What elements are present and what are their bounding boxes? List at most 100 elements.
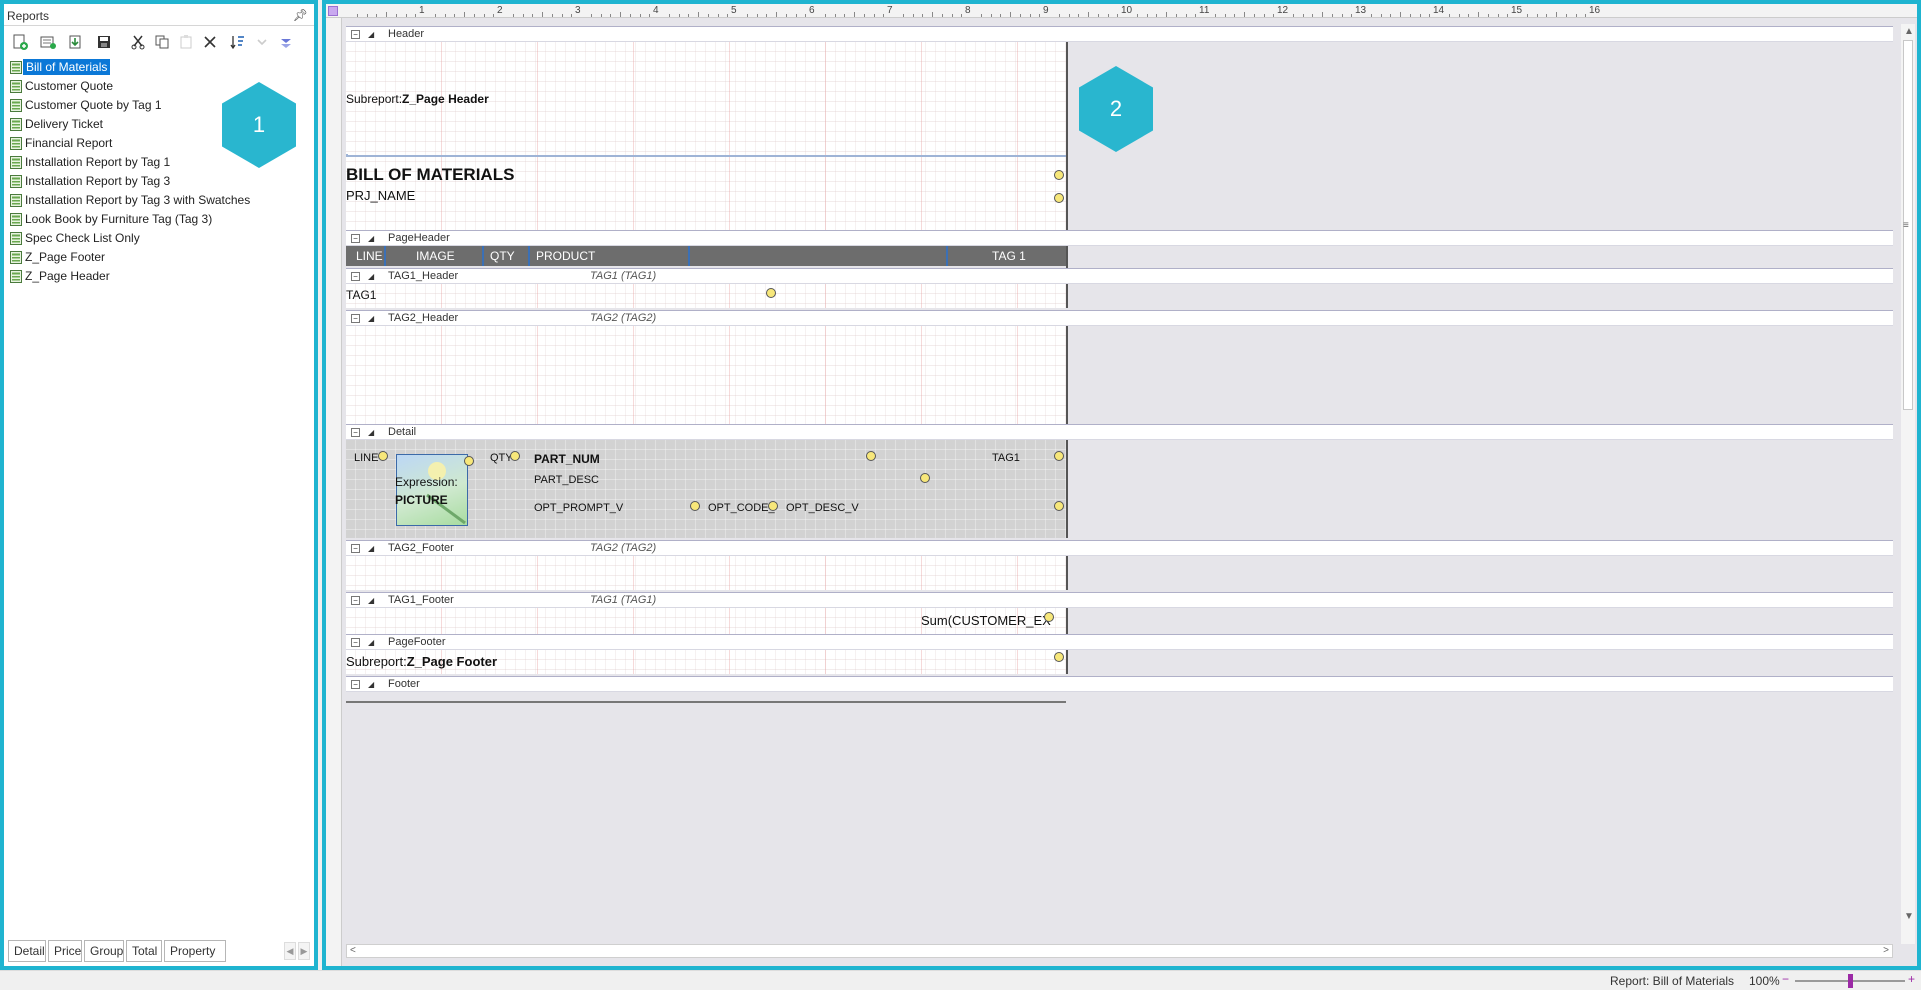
- zoom-in-icon[interactable]: +: [1908, 972, 1915, 986]
- collapse-toggle-icon[interactable]: −: [351, 544, 360, 553]
- collapse-toggle-icon[interactable]: −: [351, 680, 360, 689]
- report-item[interactable]: Z_Page Header: [4, 267, 314, 286]
- delete-icon[interactable]: [200, 32, 220, 52]
- expand-triangle-icon[interactable]: ◢: [368, 234, 374, 243]
- band-header-header[interactable]: − ◢ Header: [346, 26, 1893, 42]
- cut-icon[interactable]: [128, 32, 148, 52]
- collapse-toggle-icon[interactable]: −: [351, 638, 360, 647]
- tab-group[interactable]: Group: [84, 940, 124, 962]
- field-marker-icon[interactable]: [920, 473, 930, 483]
- tab-detail[interactable]: Detail: [8, 940, 46, 962]
- report-item[interactable]: Look Book by Furniture Tag (Tag 3): [4, 210, 314, 229]
- vertical-scrollbar[interactable]: ▲ ≡ ▼: [1901, 24, 1915, 944]
- field-marker-icon[interactable]: [1054, 652, 1064, 662]
- copy-icon[interactable]: [152, 32, 172, 52]
- expand-triangle-icon[interactable]: ◢: [368, 544, 374, 553]
- project-name-field[interactable]: PRJ_NAME: [346, 188, 415, 203]
- tab-scroll-right-icon[interactable]: ▶: [298, 942, 310, 960]
- expand-triangle-icon[interactable]: ◢: [368, 314, 374, 323]
- zoom-slider-thumb[interactable]: [1848, 974, 1853, 988]
- band-header-pageheader[interactable]: − ◢ PageHeader: [346, 230, 1893, 246]
- field-marker-icon[interactable]: [766, 288, 776, 298]
- field-marker-icon[interactable]: [1054, 451, 1064, 461]
- pin-icon[interactable]: 📌︎: [293, 8, 308, 22]
- field-marker-icon[interactable]: [464, 456, 474, 466]
- col-header-qty[interactable]: QTY: [490, 249, 515, 263]
- field-marker-icon[interactable]: [866, 451, 876, 461]
- tab-price[interactable]: Price: [48, 940, 82, 962]
- report-item[interactable]: Installation Report by Tag 3: [4, 172, 314, 191]
- line-field[interactable]: LINE: [354, 452, 378, 464]
- tag1-detail-field[interactable]: TAG1: [992, 452, 1020, 464]
- expand-triangle-icon[interactable]: ◢: [368, 596, 374, 605]
- ruler-label: 9: [1043, 5, 1049, 16]
- report-item[interactable]: Spec Check List Only: [4, 229, 314, 248]
- collapse-toggle-icon[interactable]: −: [351, 272, 360, 281]
- horizontal-scrollbar[interactable]: < >: [346, 944, 1893, 958]
- scroll-down-icon[interactable]: ▼: [1904, 911, 1914, 922]
- collapse-toggle-icon[interactable]: −: [351, 234, 360, 243]
- field-marker-icon[interactable]: [1044, 612, 1054, 622]
- band-header-detail[interactable]: − ◢ Detail: [346, 424, 1893, 440]
- opt-code-field[interactable]: OPT_CODE_: [708, 502, 775, 514]
- move-down-icon[interactable]: [252, 32, 272, 52]
- opt-prompt-field[interactable]: OPT_PROMPT_V: [534, 502, 623, 514]
- scroll-right-icon[interactable]: >: [1883, 945, 1889, 956]
- col-header-line[interactable]: LINE: [356, 249, 383, 263]
- field-marker-icon[interactable]: [690, 501, 700, 511]
- subreport-footer-field[interactable]: Subreport:Z_Page Footer: [346, 654, 497, 669]
- tab-total[interactable]: Total: [126, 940, 162, 962]
- band-header-tag1-header[interactable]: − ◢ TAG1_Header TAG1 (TAG1): [346, 268, 1893, 284]
- collapse-toggle-icon[interactable]: −: [351, 428, 360, 437]
- col-header-product[interactable]: PRODUCT: [536, 249, 595, 263]
- import-icon[interactable]: [66, 32, 86, 52]
- tab-scroll-left-icon[interactable]: ◀: [284, 942, 296, 960]
- field-marker-icon[interactable]: [1054, 170, 1064, 180]
- zoom-out-icon[interactable]: −: [1782, 972, 1789, 986]
- opt-desc-field[interactable]: OPT_DESC_V: [786, 502, 859, 514]
- scroll-up-icon[interactable]: ▲: [1904, 26, 1914, 37]
- picture-field[interactable]: Expression: PICTURE: [395, 454, 468, 526]
- band-header-tag2-footer[interactable]: − ◢ TAG2_Footer TAG2 (TAG2): [346, 540, 1893, 556]
- scroll-left-icon[interactable]: <: [350, 945, 356, 956]
- band-header-footer[interactable]: − ◢ Footer: [346, 676, 1893, 692]
- add-report-icon[interactable]: [38, 32, 58, 52]
- expand-triangle-icon[interactable]: ◢: [368, 272, 374, 281]
- report-designer: 1 2 3 4 5 6 7 8 9 10 11 12 13 14 15 16 − ◢ Header Subre…: [326, 4, 1917, 966]
- paste-icon[interactable]: [176, 32, 196, 52]
- expand-triangle-icon[interactable]: ◢: [368, 30, 374, 39]
- ruler-corner-icon[interactable]: [328, 6, 338, 16]
- part-num-field[interactable]: PART_NUM: [534, 452, 600, 466]
- field-marker-icon[interactable]: [510, 451, 520, 461]
- collapse-toggle-icon[interactable]: −: [351, 30, 360, 39]
- field-marker-icon[interactable]: [768, 501, 778, 511]
- report-item[interactable]: Installation Report by Tag 3 with Swatch…: [4, 191, 314, 210]
- band-header-tag2-header[interactable]: − ◢ TAG2_Header TAG2 (TAG2): [346, 310, 1893, 326]
- field-marker-icon[interactable]: [378, 451, 388, 461]
- sum-customer-ext-field[interactable]: Sum(CUSTOMER_EX: [921, 613, 1051, 628]
- expand-triangle-icon[interactable]: ◢: [368, 638, 374, 647]
- col-header-image[interactable]: IMAGE: [416, 249, 455, 263]
- band-header-pagefooter[interactable]: − ◢ PageFooter: [346, 634, 1893, 650]
- sort-icon[interactable]: [228, 32, 248, 52]
- report-title-field[interactable]: BILL OF MATERIALS: [346, 165, 514, 185]
- new-report-icon[interactable]: [10, 32, 30, 52]
- subreport-header-field[interactable]: Subreport:Z_Page Header: [346, 92, 489, 106]
- report-item[interactable]: Bill of Materials: [4, 58, 314, 77]
- collapse-icon[interactable]: [276, 32, 296, 52]
- field-marker-icon[interactable]: [1054, 501, 1064, 511]
- field-marker-icon[interactable]: [1054, 193, 1064, 203]
- band-header-tag1-footer[interactable]: − ◢ TAG1_Footer TAG1 (TAG1): [346, 592, 1893, 608]
- expand-triangle-icon[interactable]: ◢: [368, 680, 374, 689]
- col-header-tag1[interactable]: TAG 1: [992, 249, 1026, 263]
- part-desc-field[interactable]: PART_DESC: [534, 474, 599, 486]
- tag1-group-field[interactable]: TAG1: [346, 288, 376, 302]
- collapse-toggle-icon[interactable]: −: [351, 314, 360, 323]
- splitter-icon[interactable]: ≡: [1903, 220, 1909, 231]
- save-icon[interactable]: [94, 32, 114, 52]
- expand-triangle-icon[interactable]: ◢: [368, 428, 374, 437]
- report-item[interactable]: Z_Page Footer: [4, 248, 314, 267]
- report-item-label: Bill of Materials: [23, 59, 111, 75]
- tab-property[interactable]: Property: [164, 940, 226, 962]
- collapse-toggle-icon[interactable]: −: [351, 596, 360, 605]
